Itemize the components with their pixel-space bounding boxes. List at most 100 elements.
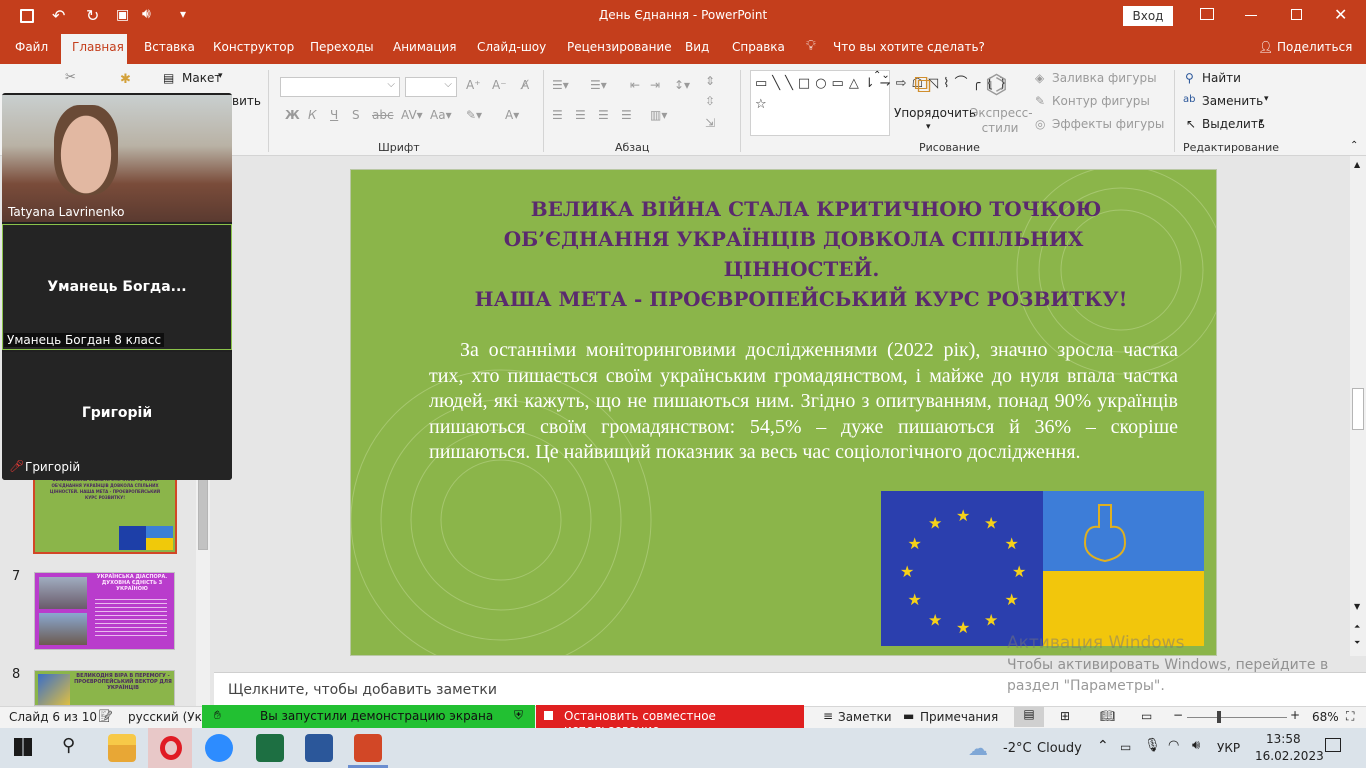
- video-participants-panel[interactable]: Tatyana Lavrinenko Уманець Богда... Уман…: [2, 93, 232, 480]
- tab-transitions[interactable]: Переходы: [310, 40, 374, 54]
- ribbon-display-icon[interactable]: [1200, 8, 1214, 20]
- powerpoint-icon[interactable]: [354, 734, 382, 762]
- numbering-icon[interactable]: ☰▾: [590, 78, 607, 92]
- tab-file[interactable]: Файл: [15, 40, 48, 54]
- font-color-icon[interactable]: A▾: [505, 108, 519, 122]
- undo-icon[interactable]: ↶: [52, 6, 65, 25]
- signin-button[interactable]: Вход: [1123, 6, 1173, 26]
- thumbnail-slide-6[interactable]: ВЕЛИКА ВІЙНА СТАЛА КРИТИЧНОЮ ТОЧКОЮ ОБ'Є…: [33, 474, 177, 554]
- zoom-level[interactable]: 68%: [1312, 710, 1339, 724]
- reading-view-icon[interactable]: 📖︎: [1100, 709, 1115, 723]
- new-slide-icon[interactable]: ✱: [120, 72, 131, 87]
- word-icon[interactable]: [305, 734, 333, 762]
- sorter-view-icon[interactable]: ⊞: [1060, 709, 1070, 723]
- customize-qat-icon[interactable]: ▾: [180, 7, 186, 21]
- notifications-icon[interactable]: [1325, 738, 1341, 752]
- align-left-icon[interactable]: ☰: [552, 108, 563, 122]
- decrease-indent-icon[interactable]: ⇤: [630, 78, 640, 92]
- zoom-slider[interactable]: [1187, 711, 1287, 723]
- tab-review[interactable]: Рецензирование: [567, 40, 672, 54]
- present-icon[interactable]: ▣: [116, 7, 129, 23]
- keyboard-language[interactable]: УКР: [1217, 741, 1240, 755]
- fit-slide-icon[interactable]: ⛶: [1346, 709, 1354, 724]
- clock-date[interactable]: 16.02.2023: [1255, 749, 1324, 763]
- align-text-icon[interactable]: ⇳: [705, 94, 715, 108]
- restore-button[interactable]: вить: [232, 94, 261, 108]
- zoom-in-icon[interactable]: +: [1290, 708, 1300, 722]
- audio-icon[interactable]: 🔊︎: [142, 6, 151, 22]
- font-size-dropdown[interactable]: ⌵: [405, 77, 457, 97]
- slide-heading[interactable]: ВЕЛИКА ВІЙНА СТАЛА КРИТИЧНОЮ ТОЧКОЮ ОБ’Є…: [451, 194, 1151, 284]
- weather-description[interactable]: Cloudy: [1037, 741, 1082, 756]
- underline-icon[interactable]: Ч: [330, 108, 338, 122]
- save-icon[interactable]: [20, 9, 34, 23]
- tab-view[interactable]: Вид: [685, 40, 709, 54]
- participant-tile-1[interactable]: Tatyana Lavrinenko: [2, 95, 232, 222]
- minimize-icon[interactable]: [1245, 15, 1257, 16]
- quick-styles-button[interactable]: Экспресс-стили: [970, 106, 1033, 136]
- justify-icon[interactable]: ☰: [621, 108, 632, 122]
- editor-scroll-thumb[interactable]: [1352, 388, 1364, 430]
- redo-icon[interactable]: ↻: [86, 6, 99, 25]
- slide-goal-line[interactable]: НАША МЕТА - ПРОЄВРОПЕЙСЬКИЙ КУРС РОЗВИТК…: [401, 284, 1201, 314]
- find-button[interactable]: Найти: [1202, 71, 1241, 85]
- volume-icon[interactable]: 🔊︎: [1192, 738, 1200, 753]
- clock-time[interactable]: 13:58: [1266, 732, 1301, 746]
- windows-start-icon[interactable]: [14, 738, 32, 756]
- wifi-icon[interactable]: ◠: [1168, 738, 1179, 753]
- arrange-button[interactable]: Упорядочить: [894, 106, 976, 120]
- spellcheck-icon[interactable]: 📝︎: [98, 709, 113, 723]
- scroll-down-icon[interactable]: ▼: [1354, 602, 1360, 611]
- clear-format-icon[interactable]: A̸: [521, 78, 529, 92]
- microphone-icon[interactable]: 🎙︎: [1144, 738, 1161, 753]
- replace-button[interactable]: Заменить: [1202, 94, 1263, 108]
- participant-tile-3[interactable]: Григорій 🎤︎ Григорій: [2, 352, 232, 480]
- next-slide-icon[interactable]: ⏷: [1354, 638, 1360, 648]
- decrease-font-icon[interactable]: A⁻: [492, 78, 507, 92]
- zoom-slider-thumb[interactable]: [1217, 711, 1221, 723]
- weather-temperature[interactable]: -2°C: [1003, 741, 1032, 756]
- columns-icon[interactable]: ▥▾: [650, 108, 667, 122]
- notes-pane[interactable]: Щелкните, чтобы добавить заметки: [214, 672, 1366, 706]
- normal-view-icon[interactable]: ▤: [1014, 707, 1044, 727]
- notes-toggle-button[interactable]: Заметки: [838, 710, 892, 724]
- prev-slide-icon[interactable]: ⏶: [1354, 622, 1360, 632]
- tab-home[interactable]: Главная: [72, 40, 124, 54]
- participant-tile-2[interactable]: Уманець Богда... Уманець Богдан 8 класс: [2, 224, 232, 350]
- zoom-app-icon[interactable]: [205, 734, 233, 762]
- file-explorer-icon[interactable]: [108, 734, 136, 762]
- collapse-ribbon-icon[interactable]: ⌃: [1350, 140, 1358, 151]
- increase-indent-icon[interactable]: ⇥: [650, 78, 660, 92]
- comments-button[interactable]: Примечания: [920, 710, 998, 724]
- thumbnail-slide-7[interactable]: УКРАЇНСЬКА ДІАСПОРА. ДУХОВНА ЄДНІСТЬ З У…: [34, 572, 175, 650]
- excel-icon[interactable]: [256, 734, 284, 762]
- align-right-icon[interactable]: ☰: [598, 108, 609, 122]
- align-center-icon[interactable]: ☰: [575, 108, 586, 122]
- tab-insert[interactable]: Вставка: [144, 40, 195, 54]
- thumbnail-slide-8[interactable]: ВЕЛИКОДНЯ ВІРА В ПЕРЕМОГУ - ПРОЄВРОПЕЙСЬ…: [34, 670, 175, 706]
- font-name-dropdown[interactable]: ⌵: [280, 77, 400, 97]
- current-slide[interactable]: ВЕЛИКА ВІЙНА СТАЛА КРИТИЧНОЮ ТОЧКОЮ ОБ’Є…: [350, 169, 1217, 656]
- shape-fill-button[interactable]: Заливка фигуры: [1052, 71, 1157, 85]
- battery-icon[interactable]: ▭: [1120, 740, 1131, 754]
- shapes-gallery[interactable]: ▭╲╲□○▭△⇂⇁⇨☖◹⌇⌒╭{}☆: [750, 70, 1007, 136]
- maximize-icon[interactable]: [1291, 9, 1302, 20]
- line-spacing-icon[interactable]: ↕▾: [674, 78, 690, 92]
- bullets-icon[interactable]: ☰▾: [552, 78, 569, 92]
- share-button[interactable]: Поделиться: [1277, 40, 1352, 54]
- shape-effects-button[interactable]: Эффекты фигуры: [1052, 117, 1164, 131]
- case-icon[interactable]: Aa▾: [430, 108, 452, 122]
- search-icon[interactable]: ⚲: [62, 735, 75, 756]
- tab-slideshow[interactable]: Слайд-шоу: [477, 40, 546, 54]
- tab-animation[interactable]: Анимация: [393, 40, 456, 54]
- tell-me-input[interactable]: Что вы хотите сделать?: [833, 40, 985, 54]
- shadow-icon[interactable]: S: [352, 108, 360, 122]
- layout-button[interactable]: Макет: [182, 71, 221, 85]
- slideshow-view-icon[interactable]: ▭: [1141, 709, 1152, 723]
- tab-design[interactable]: Конструктор: [213, 40, 294, 54]
- scroll-up-icon[interactable]: ▲: [1354, 160, 1360, 169]
- bold-icon[interactable]: Ж: [285, 108, 300, 122]
- editor-scrollbar[interactable]: ▲ ▼ ⏶ ⏷: [1350, 156, 1366, 656]
- highlight-icon[interactable]: ✎▾: [466, 108, 482, 122]
- increase-font-icon[interactable]: A⁺: [466, 78, 481, 92]
